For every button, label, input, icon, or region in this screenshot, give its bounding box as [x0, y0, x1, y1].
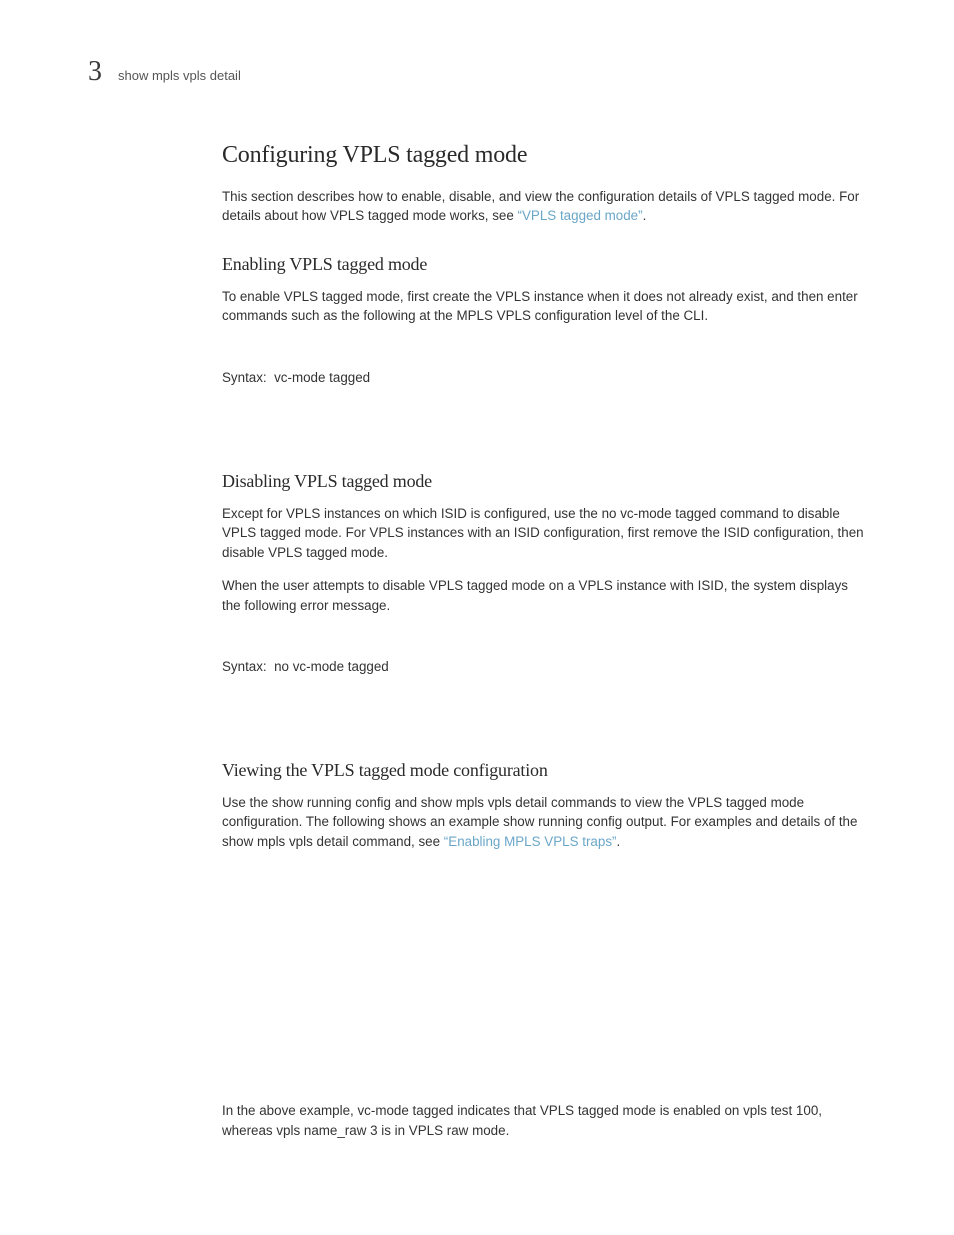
enabling-para: To enable VPLS tagged mode, first create…	[222, 287, 866, 326]
page-header: 3 show mpls vpls detail	[88, 56, 866, 88]
enabling-syntax: Syntax: vc-mode tagged	[222, 370, 866, 385]
enabling-title: Enabling VPLS tagged mode	[222, 254, 866, 275]
vpls-tagged-mode-link[interactable]: “VPLS tagged mode”	[518, 208, 643, 223]
example-note: In the above example, vc-mode tagged ind…	[222, 1101, 866, 1140]
viewing-title: Viewing the VPLS tagged mode configurati…	[222, 760, 866, 781]
disabling-title: Disabling VPLS tagged mode	[222, 471, 866, 492]
section-title: Configuring VPLS tagged mode	[222, 142, 866, 169]
intro-text-post: .	[643, 208, 647, 223]
enabling-mpls-vpls-traps-link[interactable]: “Enabling MPLS VPLS traps”	[444, 834, 617, 849]
viewing-para: Use the show running config and show mpl…	[222, 793, 866, 851]
chapter-number: 3	[88, 56, 102, 88]
running-head: show mpls vpls detail	[118, 68, 241, 83]
section-intro: This section describes how to enable, di…	[222, 187, 866, 226]
disabling-para-1: Except for VPLS instances on which ISID …	[222, 504, 866, 562]
disabling-para-2: When the user attempts to disable VPLS t…	[222, 576, 866, 615]
disabling-syntax: Syntax: no vc-mode tagged	[222, 659, 866, 674]
viewing-text-post: .	[616, 834, 620, 849]
